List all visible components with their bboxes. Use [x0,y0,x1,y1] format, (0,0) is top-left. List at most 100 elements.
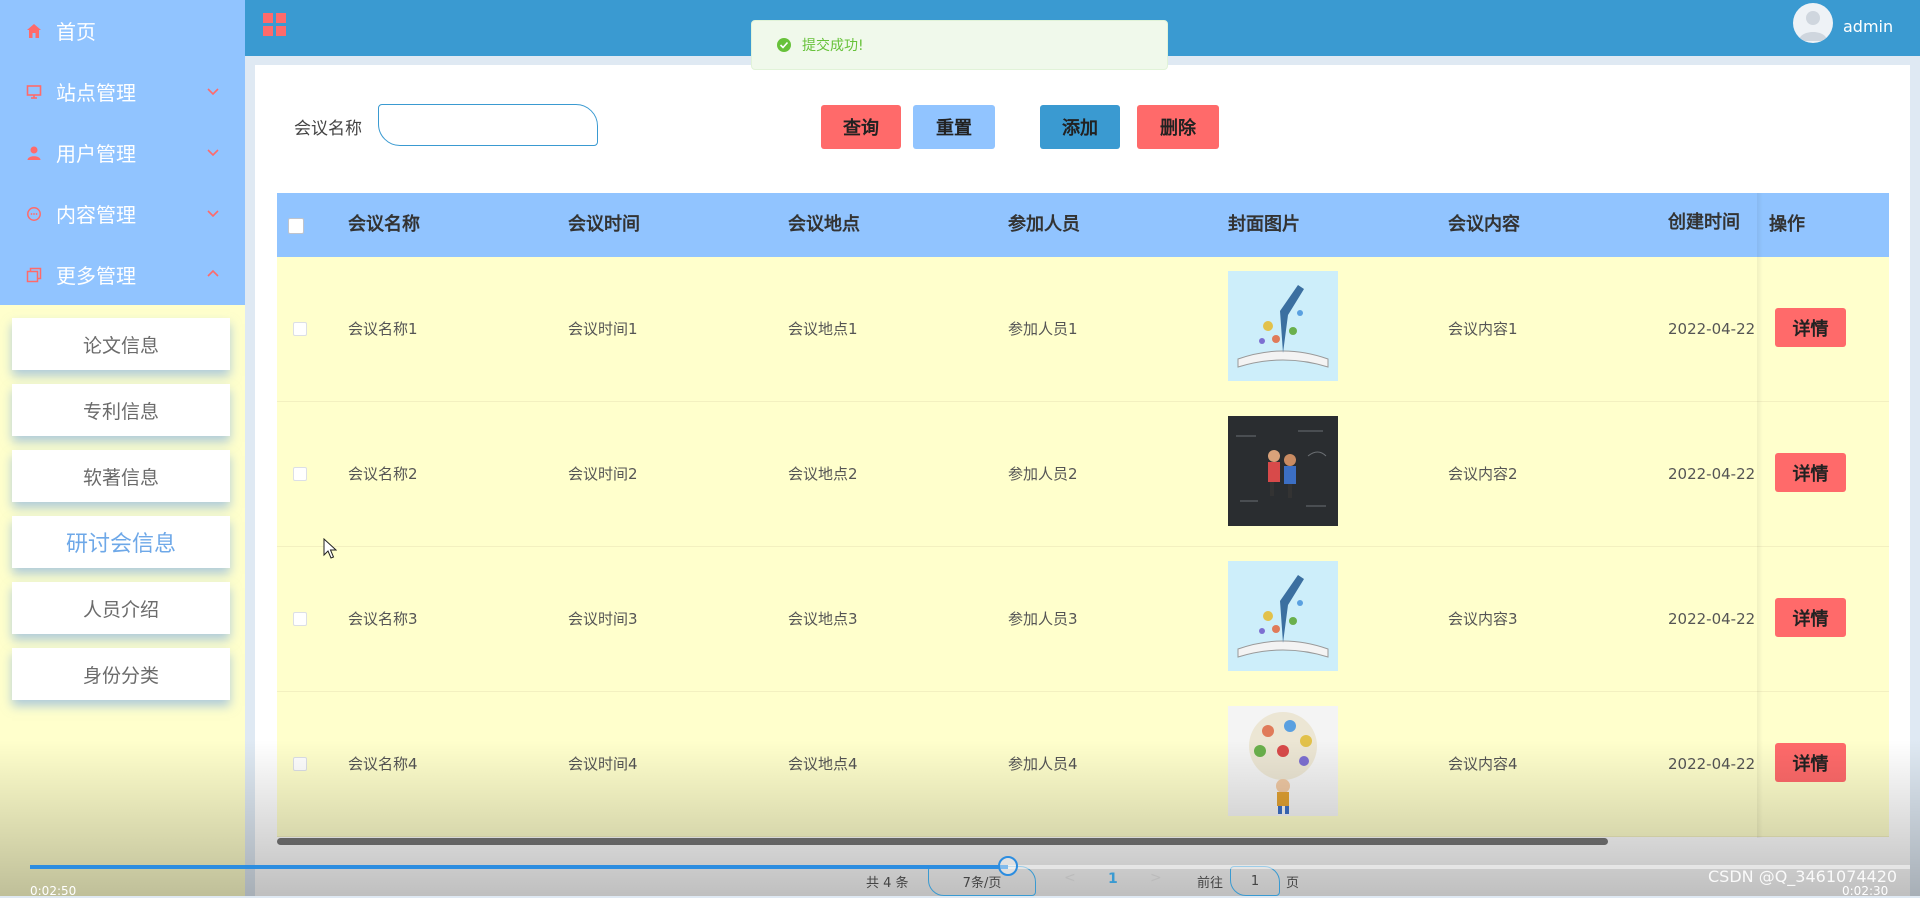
submenu-staff[interactable]: 人员介绍 [12,582,230,634]
cell-place: 会议地点2 [788,465,858,483]
home-icon [24,21,44,41]
success-toast: 提交成功! [751,20,1168,70]
current-page[interactable]: 1 [1108,871,1118,887]
col-time: 会议时间 [568,214,640,235]
grid-menu-icon[interactable] [262,12,288,38]
monitor-icon [24,82,44,102]
cell-place: 会议地点4 [788,755,858,773]
sidebar-item-content[interactable]: 内容管理 [0,183,245,244]
mouse-cursor-icon [323,538,337,559]
username[interactable]: admin [1843,17,1893,36]
query-button[interactable]: 查询 [821,105,901,149]
chevron-down-icon [207,149,219,157]
sidebar-item-label: 内容管理 [56,203,136,227]
sidebar-item-label: 更多管理 [56,264,136,288]
cell-place: 会议地点1 [788,320,858,338]
add-button[interactable]: 添加 [1040,105,1120,149]
cell-created: 2022-04-22 2 [1668,465,1756,483]
sidebar-item-label: 站点管理 [56,81,136,105]
col-name: 会议名称 [348,214,420,235]
copy-icon [24,265,44,285]
cell-name: 会议名称1 [348,320,418,338]
goto-page-input[interactable]: 1 [1230,866,1280,896]
detail-button[interactable]: 详情 [1775,598,1846,637]
meeting-name-input[interactable] [378,104,598,146]
cell-time: 会议时间1 [568,320,638,338]
cell-content: 会议内容3 [1448,610,1518,628]
cell-people: 参加人员2 [1008,465,1078,483]
table-row: 会议名称3 会议时间3 会议地点3 参加人员3 会议内容3 2022-04-22… [277,547,1889,692]
chat-icon [24,204,44,224]
submenu-identity[interactable]: 身份分类 [12,648,230,700]
table-row: 会议名称1 会议时间1 会议地点1 参加人员1 会议内容1 2022-04-22… [277,257,1889,402]
watermark: CSDN @Q_3461074420 [1708,867,1898,886]
reset-button[interactable]: 重置 [913,105,995,149]
cell-place: 会议地点3 [788,610,858,628]
cell-people: 参加人员4 [1008,755,1078,773]
cell-people: 参加人员1 [1008,320,1078,338]
col-place: 会议地点 [788,214,860,235]
cell-content: 会议内容2 [1448,465,1518,483]
col-action: 操作 [1769,214,1805,235]
sidebar-item-label: 用户管理 [56,142,136,166]
col-people: 参加人员 [1008,214,1080,235]
cover-image-books [1228,271,1338,381]
col-created[interactable]: 创建时间 [1668,191,1740,255]
sidebar-item-more[interactable]: 更多管理 [0,244,245,305]
avatar[interactable] [1793,3,1833,43]
next-page-icon[interactable]: > [1150,870,1162,886]
cell-created: 2022-04-22 2 [1668,320,1756,338]
sidebar-item-users[interactable]: 用户管理 [0,122,245,183]
user-icon [24,143,44,163]
detail-button[interactable]: 详情 [1775,453,1846,492]
chevron-down-icon [207,210,219,218]
cell-name: 会议名称4 [348,755,418,773]
delete-button[interactable]: 删除 [1137,105,1219,149]
sidebar-item-label: 首页 [56,20,96,44]
cover-image-thinking-boy [1228,706,1338,816]
prev-page-icon[interactable]: < [1064,870,1076,886]
page-unit-label: 页 [1286,876,1300,891]
cover-image-chalkboard [1228,416,1338,526]
cell-content: 会议内容4 [1448,755,1518,773]
submenu-software-copyright[interactable]: 软著信息 [12,450,230,502]
user-avatar-icon [1799,11,1827,41]
chevron-down-icon [207,88,219,96]
submenu-paper[interactable]: 论文信息 [12,318,230,370]
row-checkbox[interactable] [293,757,307,771]
video-progress-handle[interactable] [998,856,1018,876]
cover-image-books [1228,561,1338,671]
row-checkbox[interactable] [293,322,307,336]
cell-created: 2022-04-22 2 [1668,610,1756,628]
cell-content: 会议内容1 [1448,320,1518,338]
cell-name: 会议名称3 [348,610,418,628]
page-size-select[interactable]: 7条/页 [928,866,1036,896]
horizontal-scrollbar[interactable] [277,838,1608,845]
submenu-seminar[interactable]: 研讨会信息 [12,516,230,568]
select-all-checkbox[interactable] [288,218,304,234]
col-content: 会议内容 [1448,214,1520,235]
toast-message: 提交成功! [802,38,864,54]
fixed-column-divider [1757,193,1763,838]
row-checkbox[interactable] [293,612,307,626]
check-circle-icon [777,38,791,52]
submenu-patent[interactable]: 专利信息 [12,384,230,436]
sidebar: 首页 站点管理 用户管理 内容管理 更多管理 论文信息 专利信息 软著信息 研讨… [0,0,245,896]
chevron-up-icon [207,269,219,277]
pagination-total: 共 4 条 [866,876,909,891]
table-row: 会议名称4 会议时间4 会议地点4 参加人员4 会议内容4 2022-04-22… [277,692,1889,837]
cell-time: 会议时间2 [568,465,638,483]
cell-created: 2022-04-22 2 [1668,755,1756,773]
detail-button[interactable]: 详情 [1775,308,1846,347]
row-checkbox[interactable] [293,467,307,481]
table-header: 会议名称 会议时间 会议地点 参加人员 封面图片 会议内容 创建时间 操作 [277,193,1889,257]
goto-label: 前往 [1197,876,1224,891]
col-cover: 封面图片 [1228,214,1300,235]
detail-button[interactable]: 详情 [1775,743,1846,782]
cell-people: 参加人员3 [1008,610,1078,628]
search-label: 会议名称 [294,119,362,139]
cell-time: 会议时间3 [568,610,638,628]
video-progress-fill [30,865,1008,869]
sidebar-item-home[interactable]: 首页 [0,0,245,61]
sidebar-item-site[interactable]: 站点管理 [0,61,245,122]
